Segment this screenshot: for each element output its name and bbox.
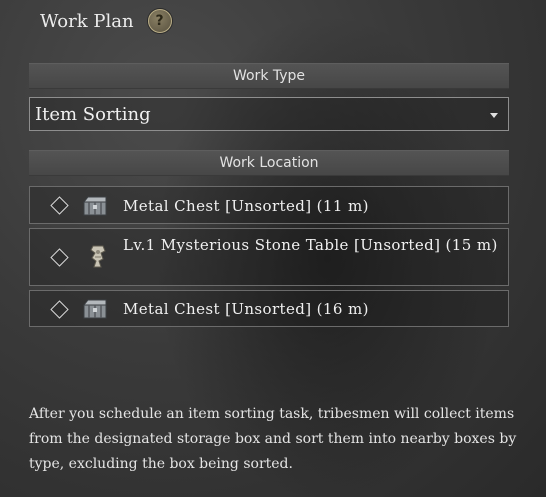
help-icon[interactable]: ? [147,9,172,33]
location-label: Metal Chest [Unsorted] (16 m) [123,300,369,318]
work-plan-header: Work Plan ? [40,6,172,36]
location-label: Metal Chest [Unsorted] (11 m) [123,197,369,215]
work-location-section-header: Work Location [29,150,509,176]
work-plan-description: After you schedule an item sorting task,… [29,406,517,472]
work-location-option-3[interactable]: Metal Chest [Unsorted] (16 m) [29,290,509,327]
work-type-selected-value: Item Sorting [35,103,151,125]
page-title: Work Plan [40,10,134,32]
work-location-option-2[interactable]: Lv.1 Mysterious Stone Table [Unsorted] (… [29,228,509,286]
work-type-section-header: Work Type [29,63,509,89]
stone-table-icon [90,245,106,268]
metal-chest-icon [82,299,107,319]
chevron-down-icon [490,113,498,118]
metal-chest-icon [82,196,107,216]
radio-diamond-icon[interactable] [50,196,69,215]
radio-diamond-icon[interactable] [50,300,69,319]
work-type-dropdown[interactable]: Item Sorting [29,97,509,131]
location-label: Lv.1 Mysterious Stone Table [Unsorted] (… [123,236,498,254]
radio-diamond-icon[interactable] [50,248,69,267]
work-location-option-1[interactable]: Metal Chest [Unsorted] (11 m) [29,186,509,224]
